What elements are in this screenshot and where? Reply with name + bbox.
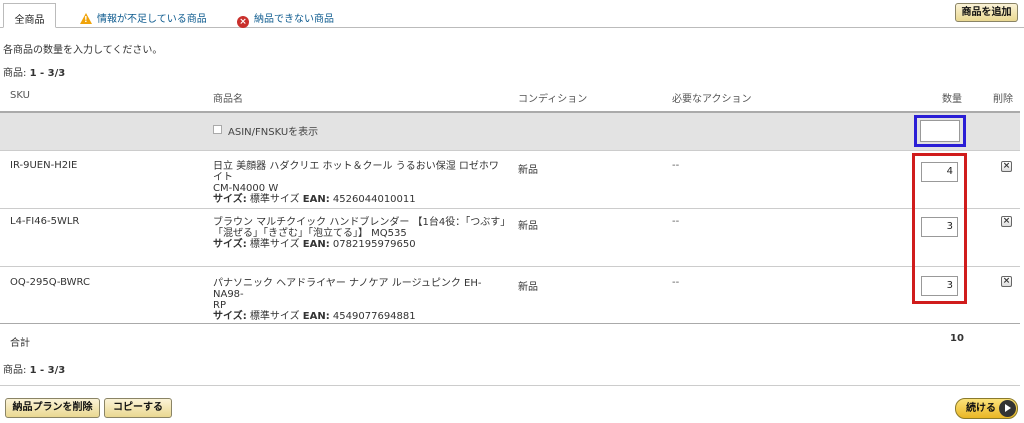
product-1-meta: サイズ: 標準サイズ EAN: 4526044010011 xyxy=(213,194,508,205)
blue-highlight-box xyxy=(914,115,966,147)
item-count-value: 1 - 3/3 xyxy=(29,68,66,79)
column-header-quantity: 数量 xyxy=(942,94,962,105)
column-header-delete: 削除 xyxy=(993,94,1013,105)
product-1-size-label: サイズ: xyxy=(213,194,247,205)
warning-icon: ! xyxy=(80,13,92,24)
total-value: 10 xyxy=(950,333,964,344)
product-3-meta: サイズ: 標準サイズ EAN: 4549077694881 xyxy=(213,311,508,322)
product-1-name-line-2: CM-N4000 W xyxy=(213,183,279,194)
product-2-size-value: 標準サイズ xyxy=(249,239,300,250)
product-3-name: パナソニック ヘアドライヤー ナノケア ルージュピンク EH-NA98- RP … xyxy=(213,278,508,322)
show-asin-label: ASIN/FNSKUを表示 xyxy=(228,127,319,138)
column-header-action: 必要なアクション xyxy=(672,94,752,105)
show-asin-checkbox[interactable] xyxy=(213,125,222,134)
product-3-ean-label: EAN: xyxy=(302,311,330,322)
arrow-right-icon xyxy=(999,400,1016,417)
product-2-name-line-2: 「混ぜる」「きざむ」「泡立てる」】 MQ535 xyxy=(213,228,407,239)
column-header-sku: SKU xyxy=(10,90,30,101)
item-count-label: 商品: xyxy=(3,68,27,79)
item-count-bottom-label: 商品: xyxy=(3,365,27,376)
product-3-delete-icon[interactable]: × xyxy=(1001,276,1012,287)
tab-bar: 全商品 ! 情報が不足している商品 × 納品できない商品 xyxy=(0,0,1024,28)
product-2-size-label: サイズ: xyxy=(213,239,247,250)
product-1-delete-icon[interactable]: × xyxy=(1001,161,1012,172)
product-2-ean-value: 0782195979650 xyxy=(332,239,416,250)
column-header-condition: コンディション xyxy=(518,94,588,105)
product-2-ean-label: EAN: xyxy=(302,239,330,250)
footer-divider xyxy=(0,385,1020,386)
row-divider xyxy=(0,266,1020,267)
red-highlight-box xyxy=(912,153,967,304)
total-divider xyxy=(0,323,1020,324)
product-2-condition: 新品 xyxy=(518,221,538,232)
copy-button[interactable]: コピーする xyxy=(104,398,172,418)
product-3-ean-value: 4549077694881 xyxy=(332,311,416,322)
product-1-sku: IR-9UEN-H2IE xyxy=(10,160,78,171)
product-1-size-value: 標準サイズ xyxy=(249,194,300,205)
product-3-size-value: 標準サイズ xyxy=(249,311,300,322)
item-count-bottom: 商品: 1 - 3/3 xyxy=(3,361,65,376)
tab-all-products[interactable]: 全商品 xyxy=(3,3,56,28)
instruction-text: 各商品の数量を入力してください。 xyxy=(3,45,163,56)
item-count-bottom-value: 1 - 3/3 xyxy=(29,365,66,376)
product-1-name-line-1: 日立 美顔器 ハダクリエ ホット＆クール うるおい保湿 ロゼホワイト xyxy=(213,161,499,183)
delete-plan-button[interactable]: 納品プランを削除 xyxy=(5,398,100,418)
product-3-name-line-1: パナソニック ヘアドライヤー ナノケア ルージュピンク EH-NA98- xyxy=(213,278,482,300)
product-2-name: ブラウン マルチクイック ハンドブレンダー 【1台4役：「つぶす」 「混ぜる」「… xyxy=(213,217,511,250)
product-2-delete-icon[interactable]: × xyxy=(1001,216,1012,227)
tab-missing-info-label: 情報が不足している商品 xyxy=(97,14,207,25)
product-3-size-label: サイズ: xyxy=(213,311,247,322)
tab-cannot-ship-label: 納品できない商品 xyxy=(254,14,334,25)
product-2-name-line-1: ブラウン マルチクイック ハンドブレンダー 【1台4役：「つぶす」 xyxy=(213,217,511,228)
product-3-sku: OQ-295Q-BWRC xyxy=(10,277,90,288)
product-2-sku: L4-FI46-5WLR xyxy=(10,216,80,227)
product-1-name: 日立 美顔器 ハダクリエ ホット＆クール うるおい保湿 ロゼホワイト CM-N4… xyxy=(213,161,508,205)
continue-button[interactable]: 続ける xyxy=(955,398,1018,419)
row-divider xyxy=(0,208,1020,209)
continue-button-label: 続ける xyxy=(966,403,996,414)
product-1-ean-label: EAN: xyxy=(302,194,330,205)
tab-missing-info[interactable]: ! 情報が不足している商品 xyxy=(70,3,217,28)
product-3-name-line-2: RP xyxy=(213,300,226,311)
product-2-meta: サイズ: 標準サイズ EAN: 0782195979650 xyxy=(213,239,508,250)
item-count-top: 商品: 1 - 3/3 xyxy=(3,64,65,79)
total-label: 合計 xyxy=(10,338,30,349)
product-1-condition: 新品 xyxy=(518,165,538,176)
tab-cannot-ship[interactable]: × 納品できない商品 xyxy=(227,3,344,28)
tab-all-products-label: 全商品 xyxy=(14,15,45,26)
bulk-edit-row: ASIN/FNSKUを表示 xyxy=(0,111,1020,151)
product-3-action: -- xyxy=(672,277,680,288)
column-header-name: 商品名 xyxy=(213,94,243,105)
product-2-action: -- xyxy=(672,216,680,227)
product-3-condition: 新品 xyxy=(518,282,538,293)
product-1-action: -- xyxy=(672,160,680,171)
error-icon: × xyxy=(237,16,249,28)
add-product-button[interactable]: 商品を追加 xyxy=(955,3,1018,22)
product-1-ean-value: 4526044010011 xyxy=(332,194,416,205)
